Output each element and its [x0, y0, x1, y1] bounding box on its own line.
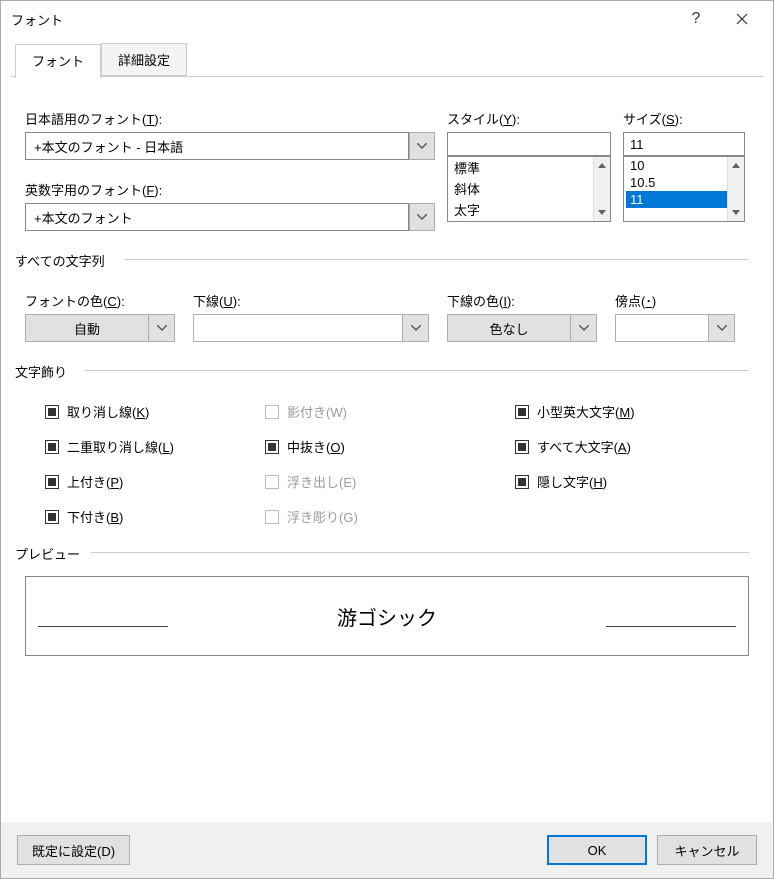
font-color-combo[interactable]: 自動 [25, 314, 175, 342]
cancel-button[interactable]: キャンセル [657, 835, 757, 865]
font-color-label: フォントの色(C): [25, 291, 175, 310]
style-label: スタイル(Y): [447, 109, 611, 128]
close-icon [736, 13, 748, 25]
scroll-down-icon[interactable] [594, 204, 610, 221]
style-listbox[interactable]: 標準 斜体 太字 [447, 156, 611, 222]
scrollbar[interactable] [727, 157, 744, 221]
list-item[interactable]: 11 [626, 191, 742, 208]
underline-style-label: 下線(U): [193, 291, 429, 310]
en-font-value: +本文のフォント [25, 203, 409, 231]
tab-font[interactable]: フォント [15, 44, 101, 78]
en-font-label: 英数字用のフォント(F): [25, 180, 435, 199]
jp-font-combo[interactable]: +本文のフォント - 日本語 [25, 132, 435, 160]
chevron-down-icon [409, 203, 435, 231]
group-all-text: すべての文字列 [11, 251, 109, 270]
dialog-content: フォント 詳細設定 日本語用のフォント(T): +本文のフォント - 日本語 英… [1, 37, 773, 822]
underline-color-value: 色なし [447, 314, 571, 342]
allcaps-checkbox[interactable]: すべて大文字(A) [515, 437, 725, 456]
font-dialog: フォント ? フォント 詳細設定 日本語用のフォント(T): +本文のフォント … [0, 0, 774, 879]
list-item[interactable]: 10 [626, 157, 742, 174]
set-default-button[interactable]: 既定に設定(D) [17, 835, 130, 865]
scroll-up-icon[interactable] [728, 157, 744, 174]
emphasis-value [615, 314, 709, 342]
preview-box: 游ゴシック [25, 576, 749, 656]
size-input[interactable]: 11 [623, 132, 745, 156]
font-panel: 日本語用のフォント(T): +本文のフォント - 日本語 英数字用のフォント(F… [11, 77, 763, 666]
scroll-up-icon[interactable] [594, 157, 610, 174]
underline-color-label: 下線の色(I): [447, 291, 597, 310]
scrollbar[interactable] [593, 157, 610, 221]
list-item[interactable]: 標準 [450, 157, 608, 178]
chevron-down-icon [149, 314, 175, 342]
engrave-checkbox: 浮き彫り(G) [265, 507, 515, 526]
jp-font-value: +本文のフォント - 日本語 [25, 132, 409, 160]
font-color-value: 自動 [25, 314, 149, 342]
en-font-combo[interactable]: +本文のフォント [25, 203, 435, 231]
double-strike-checkbox[interactable]: 二重取り消し線(L) [45, 437, 265, 456]
chevron-down-icon [409, 132, 435, 160]
chevron-down-icon [571, 314, 597, 342]
smallcaps-checkbox[interactable]: 小型英大文字(M) [515, 402, 725, 421]
emboss-checkbox: 浮き出し(E) [265, 472, 515, 491]
strike-checkbox[interactable]: 取り消し線(K) [45, 402, 265, 421]
all-text-row: フォントの色(C): 自動 下線(U): 下線の色(I): [25, 291, 749, 342]
titlebar: フォント ? [1, 1, 773, 37]
size-listbox[interactable]: 10 10.5 11 [623, 156, 745, 222]
hidden-checkbox[interactable]: 隠し文字(H) [515, 472, 725, 491]
superscript-checkbox[interactable]: 上付き(P) [45, 472, 265, 491]
subscript-checkbox[interactable]: 下付き(B) [45, 507, 265, 526]
window-title: フォント [11, 10, 673, 29]
preview-text: 游ゴシック [337, 602, 437, 631]
tab-advanced[interactable]: 詳細設定 [101, 43, 187, 76]
group-effects: 文字飾り [11, 362, 71, 381]
list-item[interactable]: 太字 [450, 199, 608, 220]
underline-color-combo[interactable]: 色なし [447, 314, 597, 342]
outline-checkbox[interactable]: 中抜き(O) [265, 437, 515, 456]
emphasis-combo[interactable] [615, 314, 735, 342]
footer: 既定に設定(D) OK キャンセル [1, 822, 773, 878]
style-input[interactable] [447, 132, 611, 156]
shadow-checkbox: 影付き(W) [265, 402, 515, 421]
underline-style-value [193, 314, 403, 342]
chevron-down-icon [403, 314, 429, 342]
group-preview: プレビュー [11, 544, 84, 563]
chevron-down-icon [709, 314, 735, 342]
size-label: サイズ(S): [623, 109, 745, 128]
scroll-down-icon[interactable] [728, 204, 744, 221]
ok-button[interactable]: OK [547, 835, 647, 865]
emphasis-label: 傍点(･) [615, 291, 735, 310]
help-button[interactable]: ? [673, 4, 719, 34]
list-item[interactable]: 10.5 [626, 174, 742, 191]
tab-strip: フォント 詳細設定 [11, 43, 763, 77]
underline-style-combo[interactable] [193, 314, 429, 342]
jp-font-label: 日本語用のフォント(T): [25, 109, 435, 128]
list-item[interactable]: 斜体 [450, 178, 608, 199]
close-button[interactable] [719, 4, 765, 34]
